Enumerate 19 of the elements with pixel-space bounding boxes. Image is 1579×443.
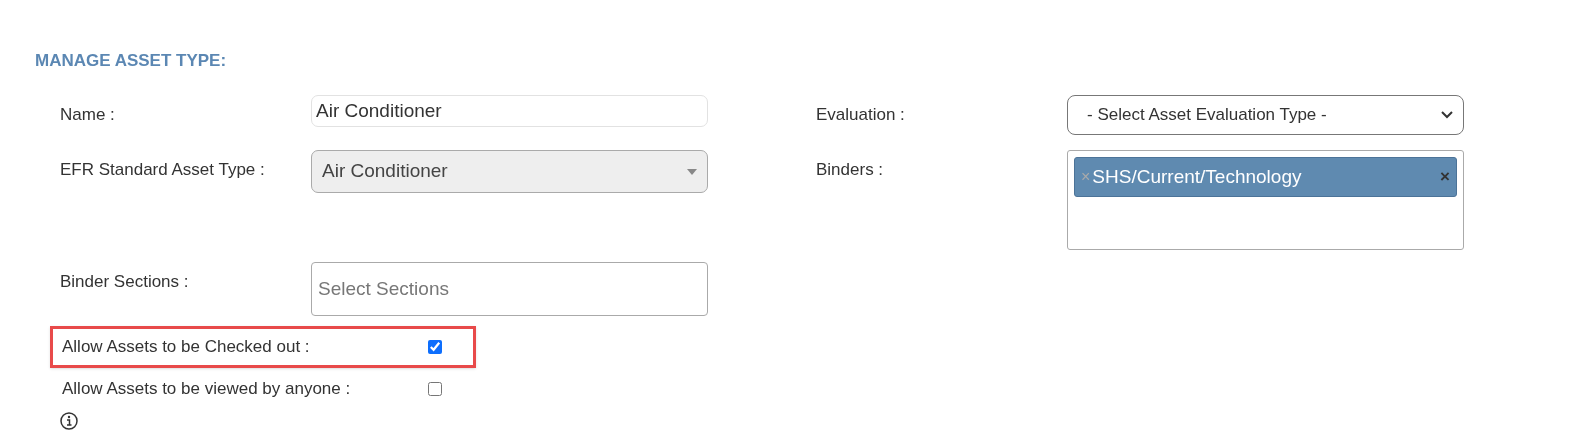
dropdown-caret-icon (687, 168, 697, 175)
field-label: Binder Sections : (60, 271, 190, 293)
chevron-down-icon (1441, 111, 1453, 119)
checkbox[interactable] (428, 340, 442, 354)
field-label: Evaluation : (816, 104, 906, 126)
field-label: Name : (60, 104, 116, 126)
field-label: EFR Standard Asset Type : (60, 159, 266, 181)
evaluation-select[interactable]: - Select Asset Evaluation Type - (1067, 95, 1464, 135)
checkbox-label: Allow Assets to be viewed by anyone : (62, 378, 352, 401)
sections-input[interactable]: Select Sections (311, 262, 708, 316)
checkbox[interactable] (428, 382, 442, 396)
section-heading: MANAGE ASSET TYPE: (35, 50, 227, 72)
name-input[interactable]: Air Conditioner (311, 95, 708, 127)
info-icon[interactable] (60, 412, 78, 430)
field-label: Binders : (816, 159, 885, 181)
clear-button[interactable]: × (1440, 164, 1450, 190)
binders-field[interactable]: ×SHS/Current/Technology × (1067, 150, 1464, 250)
tag-label: SHS/Current/Technology (1092, 164, 1302, 189)
checkbox-label: Allow Assets to be Checked out : (62, 336, 311, 359)
